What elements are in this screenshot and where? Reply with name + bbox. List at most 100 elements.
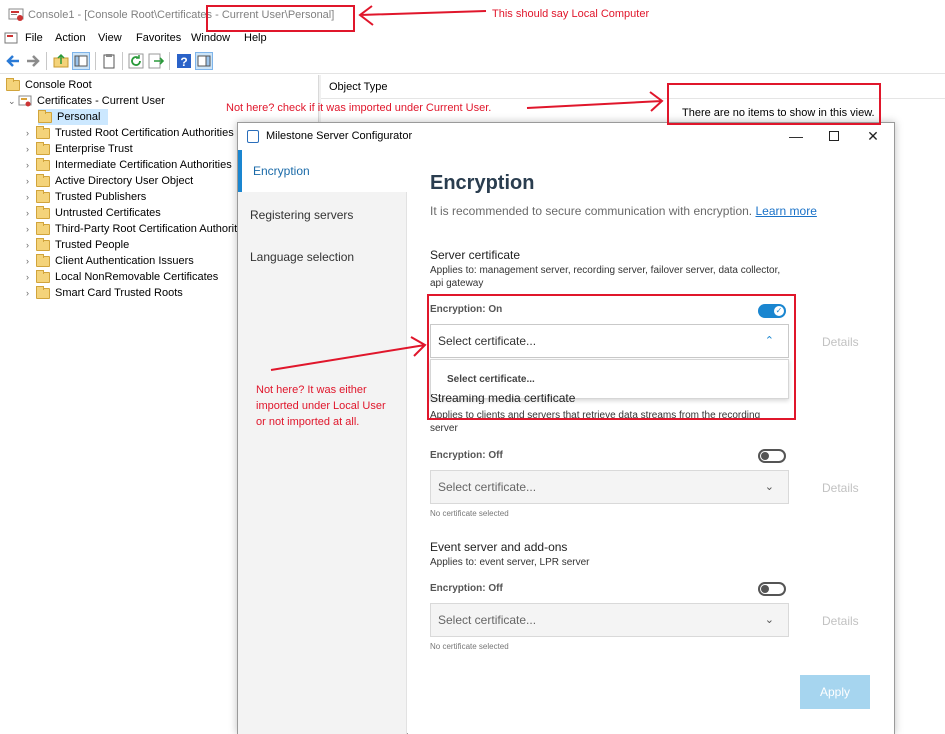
chevron-right-icon[interactable]: › [26,272,36,282]
folder-icon [36,157,50,171]
minimize-icon: — [789,128,803,144]
server-certificate-title: Server certificate [430,248,521,262]
tree-node-folder[interactable]: › Enterprise Trust [26,141,133,157]
console-tree-icon [74,55,88,67]
streaming-encryption-toggle[interactable] [758,449,786,463]
folder-icon [36,141,50,155]
up-folder-icon[interactable] [52,52,70,70]
toolbar: ? [0,48,945,74]
event-status: No certificate selected [430,642,509,651]
certificate-store-icon [18,95,32,106]
dialog-title-bar: Milestone Server Configurator — ✕ [238,123,894,149]
menu-file[interactable]: File [25,32,43,44]
chevron-right-icon[interactable]: › [26,224,36,234]
annotation-dialog-note: Not here? It was either imported under L… [256,384,386,428]
chevron-right-icon[interactable]: › [26,208,36,218]
nav-registering-servers[interactable]: Registering servers [238,194,407,236]
maximize-button[interactable] [816,125,852,147]
intro-text: It is recommended to secure communicatio… [430,204,817,218]
folder-icon [36,221,50,235]
learn-more-link[interactable]: Learn more [756,204,817,218]
tree-node-personal[interactable]: Personal [38,109,109,125]
folder-icon [6,77,20,91]
svg-text:?: ? [180,55,187,69]
chevron-down-icon[interactable]: ⌄ [8,96,18,107]
chevron-down-icon: ⌄ [764,614,774,626]
folder-icon [36,285,50,299]
streaming-details-link[interactable]: Details [822,481,859,495]
tree-node-folder[interactable]: › Untrusted Certificates [26,205,161,221]
refresh-icon[interactable] [127,52,145,70]
tree-node-folder[interactable]: › Trusted Publishers [26,189,146,205]
tree-node-folder[interactable]: › Trusted Root Certification Authorities [26,125,234,141]
mmc-title-bar: Console1 - [Console Root\Certificates - … [0,0,945,30]
server-certificate-subtitle: Applies to: management server, recording… [430,265,781,289]
streaming-status: No certificate selected [430,509,509,518]
tree-node-folder[interactable]: › Third-Party Root Certification Authorit… [26,221,240,237]
chevron-down-icon: ⌄ [764,481,774,493]
annotation-box-empty-list [667,83,881,125]
server-details-link[interactable]: Details [822,335,859,349]
show-action-pane-button[interactable] [195,52,213,70]
milestone-logo-icon [247,130,259,143]
tree-node-folder[interactable]: › Active Directory User Object [26,173,193,189]
close-icon: ✕ [867,127,879,144]
menu-action[interactable]: Action [55,32,86,44]
folder-icon [38,109,52,123]
folder-icon [36,189,50,203]
annotation-box-server-certificate [427,294,796,420]
folder-icon [36,269,50,283]
tree-node-folder[interactable]: › Intermediate Certification Authorities [26,157,232,173]
chevron-right-icon[interactable]: › [26,288,36,298]
event-details-link[interactable]: Details [822,614,859,628]
menu-favorites[interactable]: Favorites [136,32,181,44]
console-system-menu-icon[interactable] [4,31,18,45]
tree-node-folder[interactable]: › Client Authentication Issuers [26,253,194,269]
folder-icon [36,237,50,251]
close-button[interactable]: ✕ [855,125,891,147]
annotation-list-note: Not here? check if it was imported under… [226,102,492,114]
page-title: Encryption [430,172,535,194]
tree-node-console-root[interactable]: Console Root [6,77,92,93]
folder-icon [36,125,50,139]
folder-icon [36,173,50,187]
chevron-right-icon[interactable]: › [26,240,36,250]
tree-node-certificates-current-user[interactable]: ⌄ Certificates - Current User [8,93,165,109]
help-icon[interactable]: ? [175,52,193,70]
chevron-right-icon[interactable]: › [26,128,36,138]
event-encryption-label: Encryption: Off [430,583,503,594]
annotation-box-title [206,5,355,32]
event-encryption-toggle[interactable] [758,582,786,596]
nav-language-selection[interactable]: Language selection [238,236,407,278]
minimize-button[interactable]: — [778,125,814,147]
action-pane-icon [197,55,211,67]
apply-button[interactable]: Apply [800,675,870,709]
tree-node-folder[interactable]: › Smart Card Trusted Roots [26,285,183,301]
tree-node-folder[interactable]: › Local NonRemovable Certificates [26,269,218,285]
menu-help[interactable]: Help [244,32,267,44]
back-arrow-icon[interactable] [4,52,22,70]
event-certificate-select[interactable]: Select certificate... ⌄ [430,603,789,637]
tree-node-folder[interactable]: › Trusted People [26,237,129,253]
dialog-title: Milestone Server Configurator [266,130,413,142]
annotation-title-note: This should say Local Computer [492,8,650,20]
nav-encryption[interactable]: Encryption [238,150,407,192]
folder-icon [36,205,50,219]
show-hide-tree-button[interactable] [72,52,90,70]
streaming-certificate-select[interactable]: Select certificate... ⌄ [430,470,789,504]
chevron-right-icon[interactable]: › [26,160,36,170]
chevron-right-icon[interactable]: › [26,192,36,202]
maximize-icon [829,131,839,141]
column-header-object-type[interactable]: Object Type [329,81,388,93]
menu-view[interactable]: View [98,32,122,44]
dialog-sidebar: Encryption Registering servers Language … [238,150,407,734]
streaming-encryption-label: Encryption: Off [430,450,503,461]
chevron-right-icon[interactable]: › [26,176,36,186]
forward-arrow-icon[interactable] [24,52,42,70]
event-server-subtitle: Applies to: event server, LPR server [430,557,590,568]
chevron-right-icon[interactable]: › [26,144,36,154]
clipboard-icon[interactable] [100,52,118,70]
chevron-right-icon[interactable]: › [26,256,36,266]
menu-window[interactable]: Window [191,32,230,44]
export-list-icon[interactable] [147,52,165,70]
